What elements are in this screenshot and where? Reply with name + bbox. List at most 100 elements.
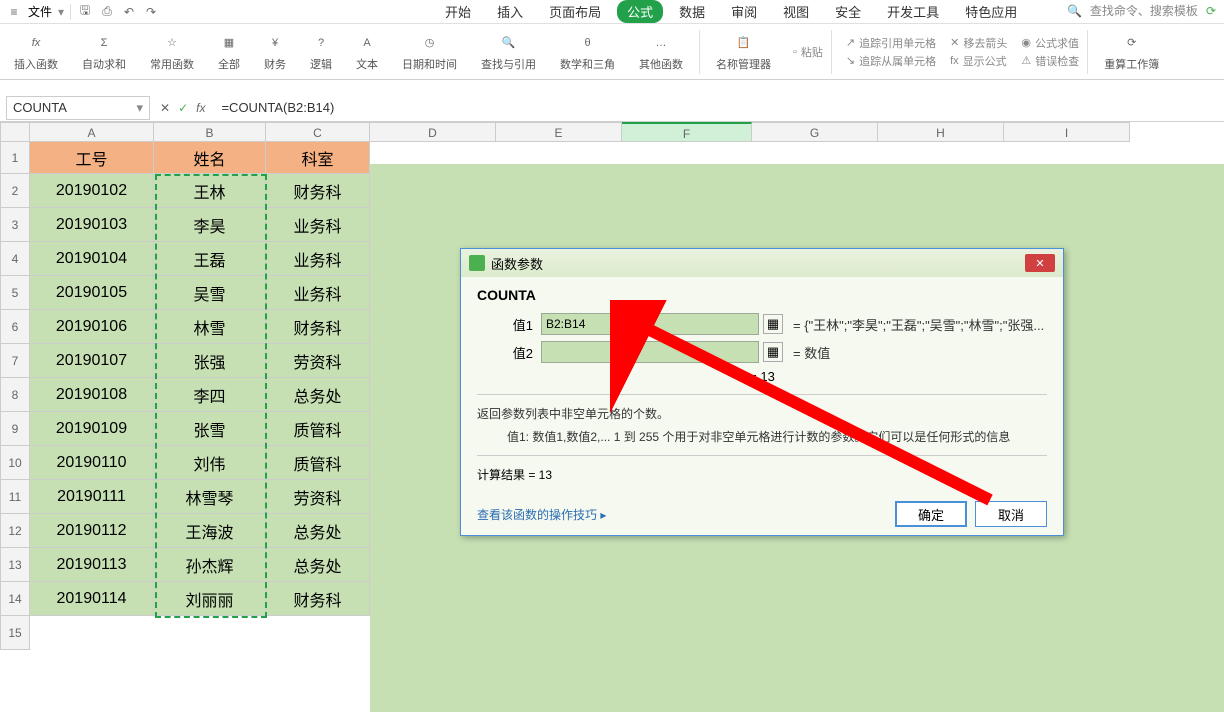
fx-icon[interactable]: fx	[196, 101, 205, 115]
ribbon-eval[interactable]: ◉ 公式求值	[1021, 35, 1079, 51]
cell-A2[interactable]: 20190102	[30, 174, 154, 208]
tab-security[interactable]: 安全	[825, 0, 871, 23]
cell-A6[interactable]: 20190106	[30, 310, 154, 344]
arg1-input[interactable]	[541, 313, 759, 335]
cell-A3[interactable]: 20190103	[30, 208, 154, 242]
cell-B8[interactable]: 李四	[154, 378, 266, 412]
dialog-close-button[interactable]: ✕	[1025, 254, 1055, 272]
row-header-10[interactable]: 10	[0, 446, 30, 480]
cell-B3[interactable]: 李昊	[154, 208, 266, 242]
undo-icon[interactable]: ↶	[121, 4, 137, 20]
cell-B4[interactable]: 王磊	[154, 242, 266, 276]
cell-B6[interactable]: 林雪	[154, 310, 266, 344]
row-header-9[interactable]: 9	[0, 412, 30, 446]
app-menu-icon[interactable]: ≡	[6, 4, 22, 20]
cell-A1[interactable]: 工号	[30, 142, 154, 174]
row-header-15[interactable]: 15	[0, 616, 30, 650]
dialog-cancel-button[interactable]: 取消	[975, 501, 1047, 527]
cell-C8[interactable]: 总务处	[266, 378, 370, 412]
ribbon-trace-dep[interactable]: ↘ 追踪从属单元格	[846, 53, 936, 69]
cell-C5[interactable]: 业务科	[266, 276, 370, 310]
tab-layout[interactable]: 页面布局	[539, 0, 611, 23]
select-all-corner[interactable]	[0, 122, 30, 142]
row-header-11[interactable]: 11	[0, 480, 30, 514]
search-icon[interactable]: 🔍	[1067, 4, 1082, 18]
cell-C3[interactable]: 业务科	[266, 208, 370, 242]
ribbon-all[interactable]: ▦全部	[210, 28, 248, 76]
cell-A9[interactable]: 20190109	[30, 412, 154, 446]
cell-C11[interactable]: 劳资科	[266, 480, 370, 514]
col-header-A[interactable]: A	[30, 122, 154, 142]
accept-formula-icon[interactable]: ✓	[178, 101, 188, 115]
ribbon-math[interactable]: θ数学和三角	[552, 28, 623, 76]
tab-data[interactable]: 数据	[669, 0, 715, 23]
file-menu[interactable]: 文件	[28, 3, 52, 20]
cell-A5[interactable]: 20190105	[30, 276, 154, 310]
ribbon-lookup[interactable]: 🔍查找与引用	[473, 28, 544, 76]
cell-B2[interactable]: 王林	[154, 174, 266, 208]
cancel-formula-icon[interactable]: ✕	[160, 101, 170, 115]
cell-C13[interactable]: 总务处	[266, 548, 370, 582]
col-header-G[interactable]: G	[752, 122, 878, 142]
ribbon-trace-pre[interactable]: ↗ 追踪引用单元格	[846, 35, 936, 51]
print-icon[interactable]: ⎙	[99, 4, 115, 20]
col-header-B[interactable]: B	[154, 122, 266, 142]
cell-A14[interactable]: 20190114	[30, 582, 154, 616]
ribbon-finance[interactable]: ¥财务	[256, 28, 294, 76]
cell-A8[interactable]: 20190108	[30, 378, 154, 412]
cell-A11[interactable]: 20190111	[30, 480, 154, 514]
tab-devtools[interactable]: 开发工具	[877, 0, 949, 23]
cell-B11[interactable]: 林雪琴	[154, 480, 266, 514]
cell-A12[interactable]: 20190112	[30, 514, 154, 548]
arg2-range-picker[interactable]: ▦	[763, 342, 783, 362]
col-header-C[interactable]: C	[266, 122, 370, 142]
dialog-help-link[interactable]: 查看该函数的操作技巧 ▸	[477, 506, 606, 523]
ribbon-show-formula[interactable]: fx 显示公式	[950, 53, 1007, 69]
cell-C1[interactable]: 科室	[266, 142, 370, 174]
cell-A13[interactable]: 20190113	[30, 548, 154, 582]
cell-C12[interactable]: 总务处	[266, 514, 370, 548]
tab-formula[interactable]: 公式	[617, 0, 663, 23]
ribbon-name-mgr[interactable]: 📋名称管理器	[708, 28, 779, 76]
ribbon-text[interactable]: A文本	[348, 28, 386, 76]
ribbon-recalc[interactable]: ⟳重算工作簿	[1096, 28, 1167, 76]
cell-C4[interactable]: 业务科	[266, 242, 370, 276]
ribbon-logic[interactable]: ?逻辑	[302, 28, 340, 76]
name-box[interactable]: COUNTA▾	[6, 96, 150, 120]
cell-A7[interactable]: 20190107	[30, 344, 154, 378]
arg2-input[interactable]	[541, 341, 759, 363]
row-header-8[interactable]: 8	[0, 378, 30, 412]
ribbon-other[interactable]: …其他函数	[631, 28, 691, 76]
ribbon-remove-arrows[interactable]: ✕ 移去箭头	[950, 35, 1007, 51]
tab-view[interactable]: 视图	[773, 0, 819, 23]
tab-insert[interactable]: 插入	[487, 0, 533, 23]
cell-B14[interactable]: 刘丽丽	[154, 582, 266, 616]
row-header-4[interactable]: 4	[0, 242, 30, 276]
ribbon-error-check[interactable]: ⚠ 错误检查	[1021, 53, 1079, 69]
row-header-3[interactable]: 3	[0, 208, 30, 242]
cell-C10[interactable]: 质管科	[266, 446, 370, 480]
col-header-H[interactable]: H	[878, 122, 1004, 142]
row-header-13[interactable]: 13	[0, 548, 30, 582]
tab-special[interactable]: 特色应用	[955, 0, 1027, 23]
cell-A10[interactable]: 20190110	[30, 446, 154, 480]
row-header-12[interactable]: 12	[0, 514, 30, 548]
col-header-D[interactable]: D	[370, 122, 496, 142]
cloud-sync-icon[interactable]: ⟳	[1206, 4, 1216, 18]
row-header-1[interactable]: 1	[0, 142, 30, 174]
redo-icon[interactable]: ↷	[143, 4, 159, 20]
dialog-ok-button[interactable]: 确定	[895, 501, 967, 527]
cell-A4[interactable]: 20190104	[30, 242, 154, 276]
cell-B5[interactable]: 吴雪	[154, 276, 266, 310]
tab-start[interactable]: 开始	[435, 0, 481, 23]
col-header-E[interactable]: E	[496, 122, 622, 142]
row-header-14[interactable]: 14	[0, 582, 30, 616]
ribbon-paste-name[interactable]: ▫ 粘贴	[793, 44, 823, 60]
dialog-titlebar[interactable]: 函数参数 ✕	[461, 249, 1063, 277]
cell-C7[interactable]: 劳资科	[266, 344, 370, 378]
save-icon[interactable]: 🖫	[77, 4, 93, 20]
ribbon-autosum[interactable]: Σ自动求和	[74, 28, 134, 76]
tab-review[interactable]: 审阅	[721, 0, 767, 23]
arg1-range-picker[interactable]: ▦	[763, 314, 783, 334]
row-header-6[interactable]: 6	[0, 310, 30, 344]
